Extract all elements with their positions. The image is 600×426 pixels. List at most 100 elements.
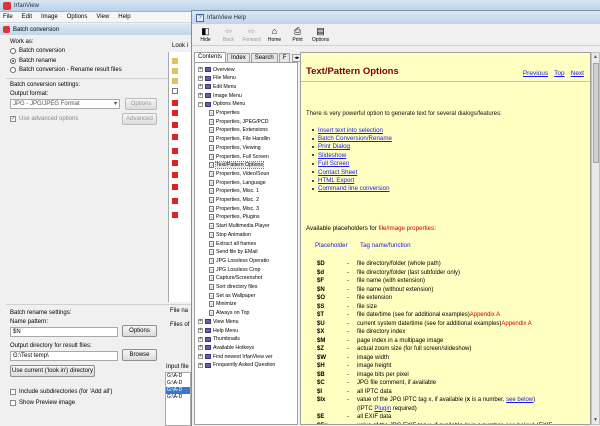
- tree-topic-item[interactable]: ? Properties: [209, 110, 240, 117]
- tree-topic-item[interactable]: ? Properties, Language: [209, 179, 266, 186]
- tree-book-item[interactable]: − Options Menu: [198, 101, 245, 108]
- expand-icon[interactable]: +: [198, 354, 203, 360]
- menu-edit[interactable]: Edit: [22, 14, 32, 20]
- tree-book-item[interactable]: + Edit Menu: [198, 83, 236, 90]
- tree-topic-item[interactable]: ? JPG Lossless Operatio: [209, 257, 269, 264]
- work-mode-radio[interactable]: Batch conversion - Rename result files: [10, 67, 122, 73]
- tree-topic-item[interactable]: ? Properties, Viewing: [209, 144, 261, 151]
- tree-book-item[interactable]: + Overview: [198, 66, 235, 73]
- tree-topic-item[interactable]: ? Send file by EMail: [209, 249, 258, 256]
- tree-topic-item[interactable]: ? Stop Animation: [209, 231, 251, 238]
- tree-topic-item[interactable]: ? Properties, Misc. 3: [209, 205, 259, 212]
- tree-topic-item[interactable]: ? Properties, Extensions: [209, 127, 268, 134]
- menu-file[interactable]: File: [3, 14, 13, 20]
- tree-topic-item[interactable]: ? JPG Lossless Crop: [209, 266, 260, 273]
- topic-link-next[interactable]: Next: [571, 70, 584, 77]
- input-file-item[interactable]: G:\A-D: [166, 387, 190, 394]
- menu-help[interactable]: Help: [118, 14, 130, 20]
- toolbar-back-button[interactable]: ⇦ Back: [217, 26, 240, 45]
- input-file-item[interactable]: G:\A-D: [166, 394, 190, 401]
- tree-topic-item[interactable]: ? Always on Top: [209, 310, 249, 317]
- work-mode-radio[interactable]: Batch conversion: [10, 48, 65, 54]
- menu-view[interactable]: View: [96, 14, 109, 20]
- use-advanced-checkbox[interactable]: ✓ Use advanced options: [10, 116, 78, 122]
- tree-topic-item[interactable]: ? Start Multimedia Player: [209, 223, 270, 230]
- tree-topic-item[interactable]: ? Extract all frames: [209, 240, 256, 247]
- toolbar-home-button[interactable]: ⌂ Home: [263, 26, 286, 45]
- tree-book-item[interactable]: + View Menu: [198, 318, 239, 325]
- input-files-list[interactable]: G:\A-D G:\A-D G:\A-D G:\A-D: [165, 372, 191, 426]
- tree-topic-item[interactable]: ? Properties, Misc. 1: [209, 188, 259, 195]
- browse-button[interactable]: Browse: [122, 349, 157, 361]
- tree-topic-item[interactable]: ? Sort directory files: [209, 284, 258, 291]
- tree-topic-item[interactable]: ? Minimize: [209, 301, 236, 308]
- help-content-scrollbar[interactable]: ▲ ▼: [591, 52, 600, 425]
- feature-link[interactable]: Print Dialog: [312, 143, 392, 151]
- expand-icon[interactable]: +: [198, 328, 203, 333]
- collapse-icon[interactable]: −: [198, 101, 203, 107]
- feature-link[interactable]: Insert text into selection: [312, 126, 392, 134]
- tree-topic-item[interactable]: ? Text/Pattern Options: [209, 161, 264, 170]
- include-subdirs-checkbox[interactable]: Include subdirectories (for 'Add all'): [10, 389, 112, 395]
- topic-link-top[interactable]: Top: [554, 70, 564, 77]
- feature-link[interactable]: Command line conversion: [312, 185, 392, 193]
- name-pattern-input[interactable]: $N: [10, 327, 118, 337]
- expand-icon[interactable]: +: [198, 84, 203, 90]
- expand-icon[interactable]: +: [198, 67, 203, 72]
- see-below-link[interactable]: see below: [506, 423, 533, 425]
- menu-options[interactable]: Options: [67, 14, 88, 20]
- show-preview-checkbox[interactable]: Show Preview image: [10, 400, 75, 406]
- tree-book-item[interactable]: + Find newest IrfanView ver: [198, 353, 273, 360]
- scroll-down-arrow-icon[interactable]: ▼: [592, 416, 599, 424]
- tab-search[interactable]: Search: [250, 53, 278, 62]
- scroll-thumb[interactable]: [593, 63, 599, 163]
- toolbar-forward-button[interactable]: ⇨ Forward: [240, 26, 263, 45]
- appendix-link[interactable]: Appendix A: [470, 312, 500, 318]
- tree-book-item[interactable]: + Image Menu: [198, 92, 242, 99]
- tree-topic-item[interactable]: ? Properties, JPEG/PCD: [209, 118, 268, 125]
- expand-icon[interactable]: +: [198, 345, 203, 351]
- tree-book-item[interactable]: + Thumbnails: [198, 336, 240, 343]
- see-below-link[interactable]: see below: [506, 397, 533, 403]
- input-file-item[interactable]: G:\A-D: [166, 380, 190, 387]
- tree-topic-item[interactable]: ? Properties, Plugins: [209, 214, 260, 221]
- tree-topic-item[interactable]: ? Properties, Misc. 2: [209, 197, 259, 204]
- input-file-item[interactable]: G:\A-D: [166, 373, 190, 380]
- output-dir-input[interactable]: G:\Test temp\: [10, 351, 118, 361]
- toolbar-hide-button[interactable]: ◧ Hide: [194, 26, 217, 45]
- expand-icon[interactable]: +: [198, 336, 203, 342]
- expand-icon[interactable]: +: [198, 319, 203, 325]
- tree-topic-item[interactable]: ? Properties, File Handlin: [209, 136, 270, 143]
- rename-options-button[interactable]: Options: [122, 325, 157, 337]
- feature-link[interactable]: Batch Conversion/Rename: [312, 134, 392, 142]
- expand-icon[interactable]: +: [198, 75, 203, 81]
- topic-link-previous[interactable]: Previous: [523, 70, 548, 77]
- tab-f[interactable]: F: [278, 53, 291, 62]
- tree-book-item[interactable]: + Available Hotkeys: [198, 344, 254, 351]
- help-contents-tree[interactable]: + Overview + File Menu + Edit Menu + Image Menu…: [194, 62, 298, 425]
- tree-book-item[interactable]: + Frequently Asked Question: [198, 362, 275, 369]
- tree-topic-item[interactable]: ? Set as Wallpaper: [209, 292, 255, 299]
- tree-topic-item[interactable]: ? Properties, Video/Soun: [209, 170, 269, 177]
- menu-image[interactable]: Image: [41, 14, 58, 20]
- tab-index[interactable]: Index: [227, 53, 250, 62]
- tree-topic-item[interactable]: ? Capture/Screenshot: [209, 275, 262, 282]
- scroll-up-arrow-icon[interactable]: ▲: [592, 53, 599, 61]
- plugin-link[interactable]: Plugin: [374, 406, 391, 412]
- advanced-button[interactable]: Advanced: [122, 113, 157, 125]
- format-options-button[interactable]: Options: [125, 98, 157, 110]
- expand-icon[interactable]: +: [198, 362, 203, 368]
- expand-icon[interactable]: +: [198, 93, 203, 99]
- toolbar-options-button[interactable]: ▤ Options: [309, 26, 332, 45]
- feature-link[interactable]: HTML Export: [312, 176, 392, 184]
- tree-book-item[interactable]: + Help Menu: [198, 327, 238, 334]
- use-current-directory-button[interactable]: Use current ('look in') directory: [10, 365, 95, 377]
- output-format-select[interactable]: JPG - JPG/JPEG Format: [10, 99, 120, 109]
- feature-link[interactable]: Full Screen: [312, 160, 392, 168]
- tree-book-item[interactable]: + File Menu: [198, 75, 236, 82]
- tree-topic-item[interactable]: ? Properties, Full Screen: [209, 153, 269, 160]
- work-mode-radio[interactable]: Batch rename: [10, 57, 56, 64]
- feature-link[interactable]: Contact Sheet: [312, 168, 392, 176]
- tab-contents[interactable]: Contents: [194, 52, 227, 62]
- toolbar-print-button[interactable]: ⎙ Print: [286, 26, 309, 45]
